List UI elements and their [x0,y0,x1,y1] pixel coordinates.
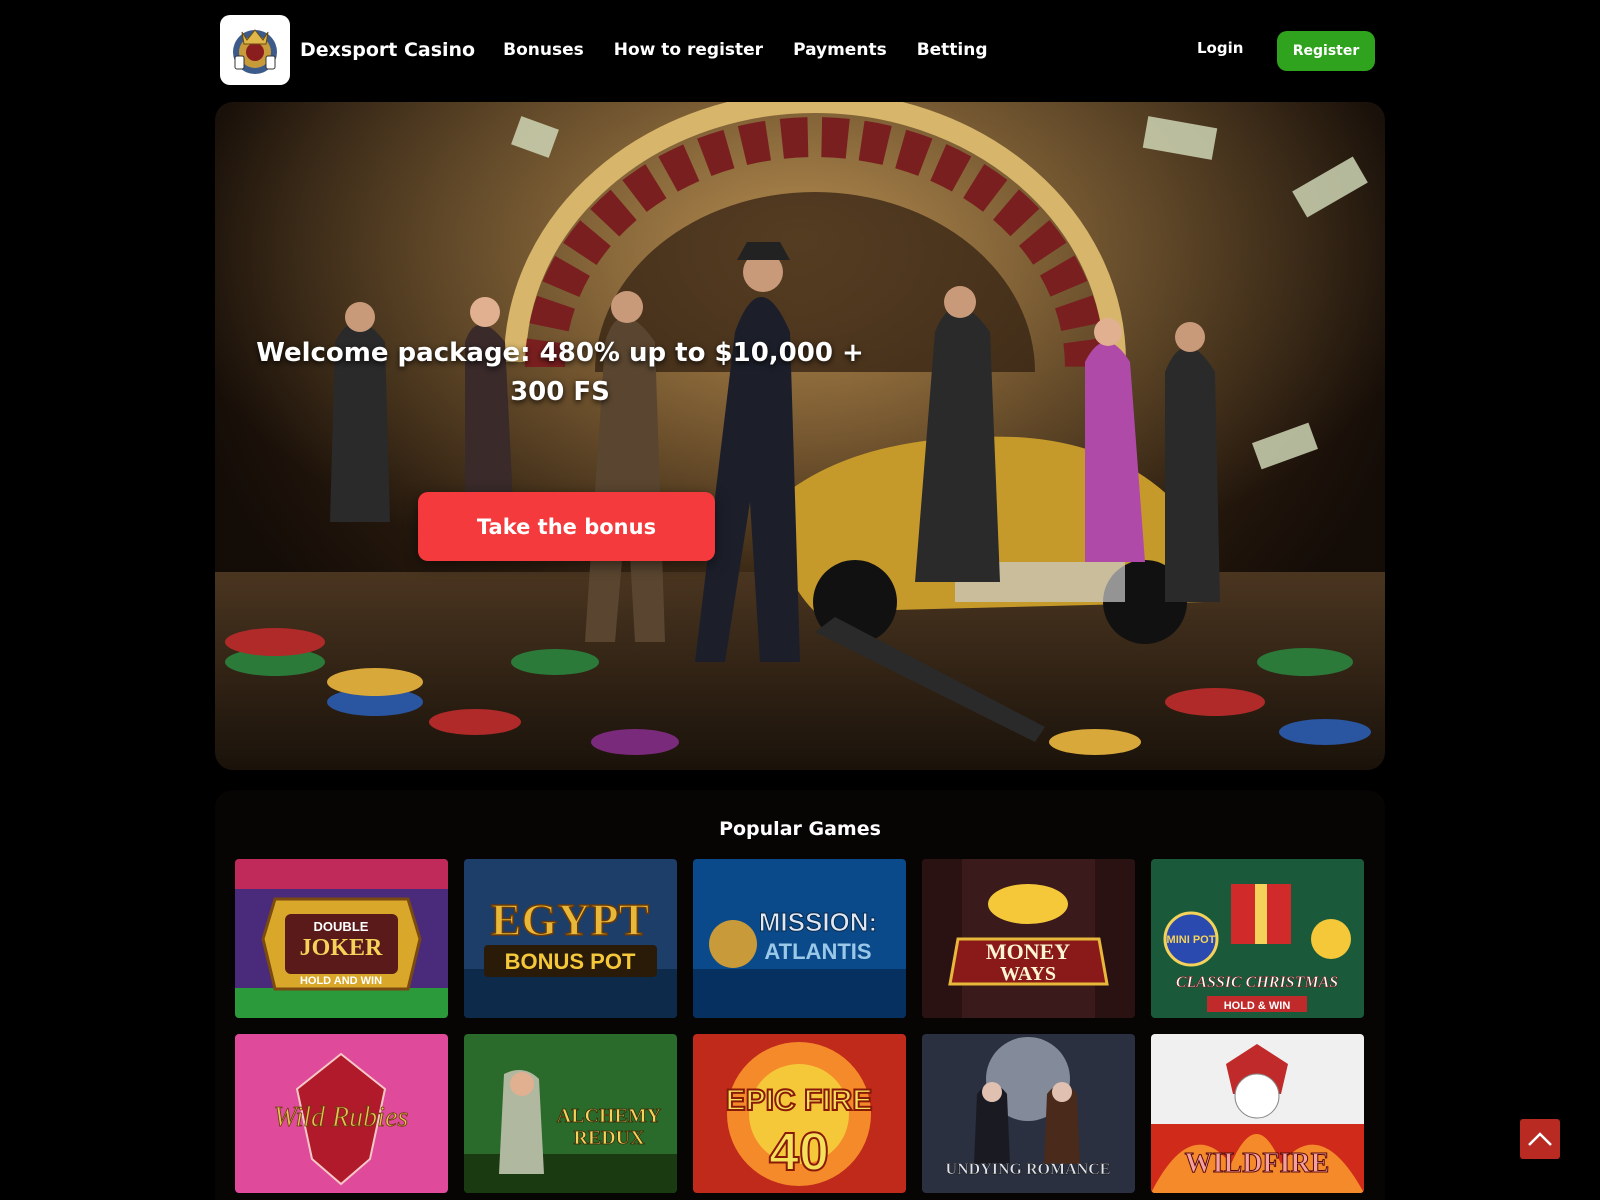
hero-title: Welcome package: 480% up to $10,000 + 30… [256,338,864,407]
site-header: Dexsport Casino Bonuses How to register … [220,15,1375,85]
tile-text: CLASSIC CHRISTMAS [1176,974,1338,991]
tile-text: MINI POT [1167,934,1216,946]
section-title: Popular Games [719,818,881,840]
game-tile-alchemy-redux[interactable]: ALCHEMY REDUX [464,1034,677,1193]
nav-bonuses[interactable]: Bonuses [503,40,584,60]
register-button[interactable]: Register [1277,31,1375,71]
game-tile-mission-atlantis[interactable]: MISSION: ATLANTIS [693,859,906,1018]
main-nav: Bonuses How to register Payments Betting [503,40,987,60]
game-tile-money-ways[interactable]: MONEY WAYS [922,859,1135,1018]
tile-text: EGYPT [491,894,649,945]
login-button[interactable]: Login [1197,39,1243,57]
popular-games-section: Popular Games DOUBLE JOKER HOLD AND WIN … [215,790,1385,1200]
tile-text: WAYS [1000,963,1056,985]
game-tile-wild-rubies[interactable]: Wild Rubies [235,1034,448,1193]
tile-text: ALCHEMY [557,1105,662,1127]
brand-name[interactable]: Dexsport Casino [300,39,475,61]
scroll-to-top-button[interactable] [1520,1119,1560,1159]
game-tile-double-joker[interactable]: DOUBLE JOKER HOLD AND WIN [235,859,448,1018]
casino-emblem-icon[interactable] [220,15,290,85]
tile-text: 40 [769,1122,829,1182]
game-tile-classic-christmas[interactable]: MINI POT CLASSIC CHRISTMAS HOLD & WIN [1151,859,1364,1018]
nav-betting[interactable]: Betting [917,40,988,60]
game-tile-egypt-bonus-pot[interactable]: EGYPT BONUS POT [464,859,677,1018]
tile-text: HOLD AND WIN [300,975,382,987]
tile-text: UNDYING ROMANCE [946,1161,1111,1178]
game-tile-wildfire[interactable]: WILDFIRE [1151,1034,1364,1193]
tile-text: WILDFIRE [1185,1148,1330,1179]
tile-text: MONEY [986,939,1070,964]
hero-illustration [215,102,1385,770]
tile-text: REDUX [573,1127,645,1149]
nav-payments[interactable]: Payments [793,40,887,60]
tile-text: DOUBLE [314,919,369,934]
game-tile-epic-fire-40[interactable]: EPIC FIRE 40 [693,1034,906,1193]
chevron-up-icon [1528,1132,1552,1146]
tile-text: HOLD & WIN [1224,1000,1291,1012]
nav-how-to-register[interactable]: How to register [614,40,763,60]
tile-text: ATLANTIS [764,939,871,964]
tile-text: Wild Rubies [274,1102,409,1133]
tile-text: JOKER [300,935,383,961]
tile-text: MISSION: [759,907,877,937]
take-bonus-button[interactable]: Take the bonus [418,492,715,561]
tile-text: EPIC FIRE [726,1084,873,1117]
hero-banner: Welcome package: 480% up to $10,000 + 30… [215,102,1385,770]
tile-text: BONUS POT [505,949,636,974]
game-tile-undying-romance[interactable]: UNDYING ROMANCE [922,1034,1135,1193]
